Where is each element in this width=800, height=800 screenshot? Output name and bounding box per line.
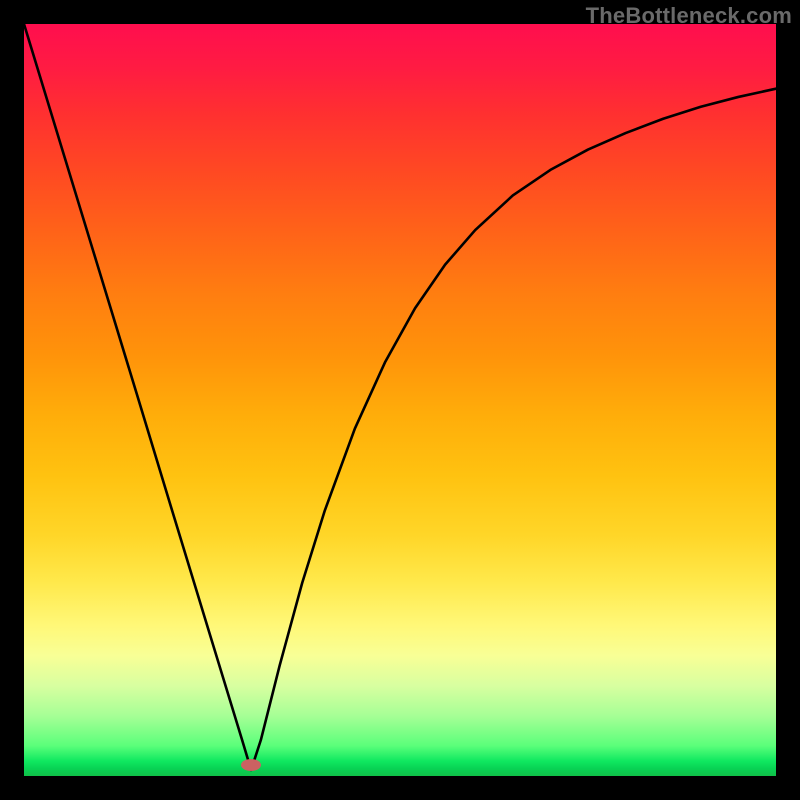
watermark-label: TheBottleneck.com xyxy=(586,3,792,29)
bottleneck-curve xyxy=(24,24,776,776)
plot-area xyxy=(24,24,776,776)
chart-canvas: TheBottleneck.com xyxy=(0,0,800,800)
optimal-point-marker xyxy=(241,759,261,771)
